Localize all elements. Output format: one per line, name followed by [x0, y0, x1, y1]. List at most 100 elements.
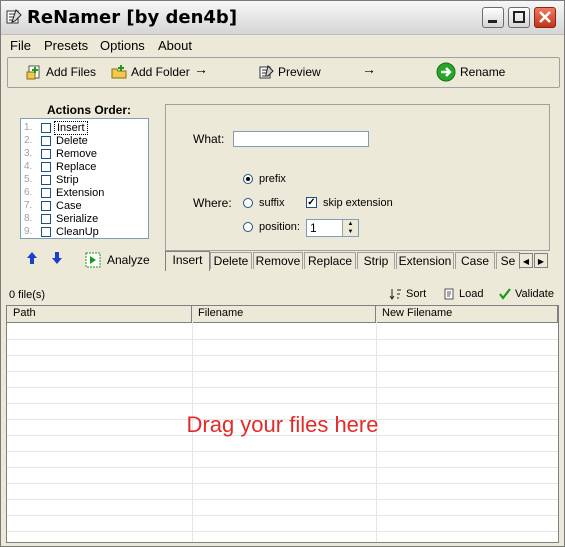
load-button[interactable]: Load — [444, 288, 483, 300]
drag-files-hint: Drag your files here — [186, 412, 379, 437]
spin-up-icon[interactable]: ▲ — [343, 220, 358, 228]
action-checkbox[interactable] — [41, 149, 51, 159]
column-header-new-filename[interactable]: New Filename — [376, 306, 558, 322]
window-title: ReNamer [by den4b] — [27, 7, 238, 28]
what-label: What: — [193, 132, 225, 146]
grid-row-line — [7, 467, 558, 468]
action-item-remove[interactable]: 3. Remove — [21, 148, 148, 161]
position-radio[interactable] — [243, 222, 253, 232]
column-header-path[interactable]: Path — [7, 306, 192, 322]
validate-button[interactable]: Validate — [499, 288, 554, 300]
action-checkbox[interactable] — [41, 123, 51, 133]
menu-presets[interactable]: Presets — [44, 38, 88, 53]
move-up-icon[interactable] — [26, 251, 38, 265]
action-item-strip[interactable]: 5. Strip — [21, 174, 148, 187]
menu-options[interactable]: Options — [100, 38, 145, 53]
grid-row-line — [7, 531, 558, 532]
close-button[interactable] — [534, 7, 556, 28]
tab-scroll-left-icon[interactable]: ◀ — [519, 253, 533, 268]
minimize-icon — [488, 20, 497, 23]
add-folder-icon — [111, 65, 127, 79]
title-bar[interactable]: ReNamer [by den4b] — [1, 1, 564, 35]
menu-about[interactable]: About — [158, 38, 192, 53]
analyze-icon — [85, 252, 101, 268]
action-number: 3. — [24, 148, 33, 159]
toolbar: Add Files Add Folder → Preview → Rename — [7, 57, 560, 88]
spinner-buttons[interactable]: ▲ ▼ — [342, 220, 358, 236]
menu-file[interactable]: File — [10, 38, 31, 53]
grid-row-line — [7, 339, 558, 340]
preview-button[interactable]: Preview — [258, 62, 321, 82]
action-label: Replace — [56, 161, 97, 173]
column-header-filename[interactable]: Filename — [192, 306, 376, 322]
suffix-radio[interactable] — [243, 198, 253, 208]
grid-row-line — [7, 515, 558, 516]
sort-icon — [389, 289, 401, 300]
move-down-icon[interactable] — [51, 251, 63, 265]
action-checkbox[interactable] — [41, 201, 51, 211]
tab-insert[interactable]: Insert — [165, 251, 210, 271]
sort-button[interactable]: Sort — [389, 288, 426, 300]
action-item-delete[interactable]: 2. Delete — [21, 135, 148, 148]
checkmark-icon — [499, 288, 511, 300]
action-checkbox[interactable] — [41, 188, 51, 198]
action-checkbox[interactable] — [41, 136, 51, 146]
grid-row-line — [7, 403, 558, 404]
tab-replace[interactable]: Replace — [304, 252, 356, 269]
action-label: Serialize — [56, 213, 99, 225]
action-number: 4. — [24, 161, 33, 172]
file-list-grid[interactable]: Path Filename New Filename Drag your fil… — [6, 305, 559, 543]
action-checkbox[interactable] — [41, 162, 51, 172]
actions-order-title: Actions Order: — [47, 103, 132, 117]
action-number: 7. — [24, 200, 33, 211]
action-item-case[interactable]: 7. Case — [21, 200, 148, 213]
rename-arrow-icon — [436, 62, 456, 82]
action-label: Extension — [56, 187, 105, 199]
tab-remove[interactable]: Remove — [253, 252, 303, 269]
skip-extension-checkbox[interactable]: ✓ — [306, 197, 317, 208]
action-checkbox[interactable] — [41, 175, 51, 185]
rename-label: Rename — [460, 65, 506, 79]
action-checkbox[interactable] — [41, 214, 51, 224]
skip-extension-label: skip extension — [323, 197, 393, 209]
analyze-label: Analyze — [107, 253, 150, 267]
where-label: Where: — [193, 196, 232, 210]
renamer-window: ReNamer [by den4b] File Presets Options … — [0, 0, 565, 547]
action-label: Remove — [56, 148, 97, 160]
tab-serialize-partial[interactable]: Se — [496, 252, 520, 269]
position-spinner[interactable]: 1 ▲ ▼ — [306, 219, 359, 237]
action-label: Delete — [56, 135, 88, 147]
rename-button[interactable]: Rename — [436, 62, 505, 82]
tab-extension[interactable]: Extension — [396, 252, 454, 269]
minimize-button[interactable] — [482, 7, 504, 28]
tab-scroll-right-icon[interactable]: ▶ — [534, 253, 548, 268]
file-status-row: 0 file(s) Sort Load Validate — [1, 287, 564, 303]
action-number: 6. — [24, 187, 33, 198]
spin-down-icon[interactable]: ▼ — [343, 228, 358, 236]
load-label: Load — [459, 288, 484, 300]
add-files-button[interactable]: Add Files — [26, 62, 96, 82]
tab-case[interactable]: Case — [455, 252, 495, 269]
actions-list[interactable]: 1. Insert 2. Delete 3. Remove 4. Replace… — [20, 118, 149, 239]
action-item-cleanup[interactable]: 9. CleanUp — [21, 226, 148, 239]
tab-strip[interactable]: Strip — [357, 252, 395, 269]
action-item-insert[interactable]: 1. Insert — [21, 121, 148, 135]
action-item-replace[interactable]: 4. Replace — [21, 161, 148, 174]
what-input[interactable] — [233, 131, 369, 147]
flow-arrow-icon: → — [194, 61, 208, 77]
grid-row-line — [7, 387, 558, 388]
action-checkbox[interactable] — [41, 227, 51, 237]
add-files-label: Add Files — [46, 65, 97, 79]
validate-label: Validate — [515, 288, 554, 300]
prefix-radio[interactable] — [243, 174, 253, 184]
add-folder-button[interactable]: Add Folder — [111, 62, 190, 82]
action-item-serialize[interactable]: 8. Serialize — [21, 213, 148, 226]
analyze-button[interactable]: Analyze — [85, 252, 150, 268]
menu-bar: File Presets Options About — [1, 35, 564, 55]
tab-delete[interactable]: Delete — [210, 252, 252, 269]
flow-arrow-icon: → — [362, 61, 376, 77]
maximize-button[interactable] — [508, 7, 530, 28]
grid-row-line — [7, 483, 558, 484]
action-item-extension[interactable]: 6. Extension — [21, 187, 148, 200]
action-number: 9. — [24, 226, 33, 237]
